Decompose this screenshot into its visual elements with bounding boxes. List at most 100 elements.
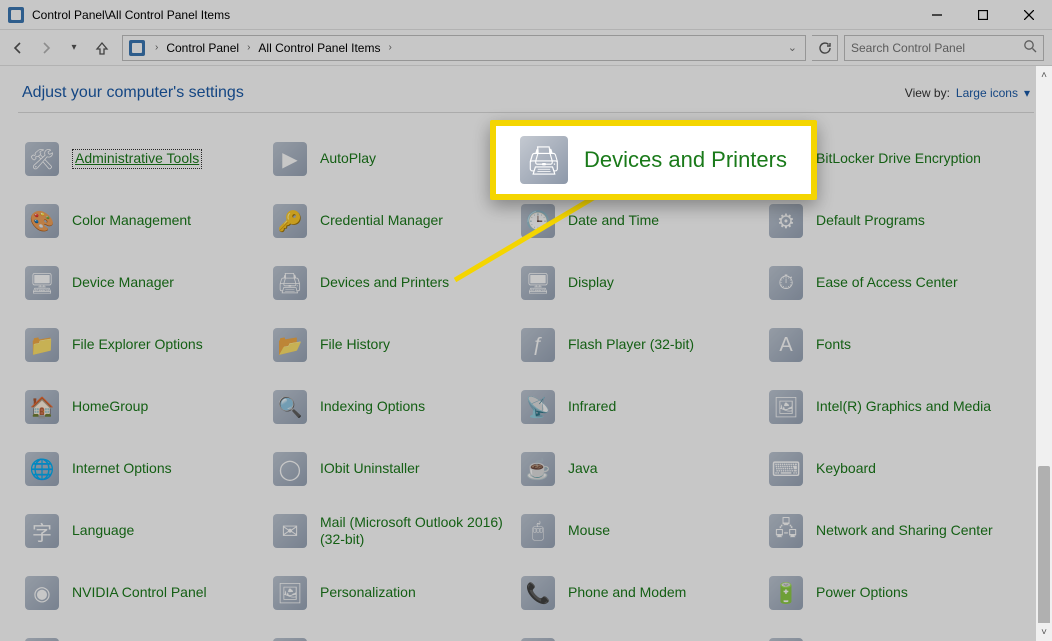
item-label: HomeGroup	[72, 398, 148, 416]
item-label: File History	[320, 336, 390, 354]
chevron-down-icon: ▾	[1024, 86, 1030, 100]
item-icon: 🖥	[518, 263, 558, 303]
control-panel-item[interactable]: 🖧 Network and Sharing Center	[762, 509, 1010, 553]
item-label: Java	[568, 460, 598, 478]
item-label: Date and Time	[568, 212, 659, 230]
control-panel-item[interactable]: 🔍Indexing Options	[266, 385, 514, 429]
item-label: Mail (Microsoft Outlook 2016) (32-bit)	[320, 514, 510, 549]
view-by-value[interactable]: Large icons	[956, 86, 1018, 100]
control-panel-item[interactable]: 🖼Personalization	[266, 571, 514, 615]
control-panel-item[interactable]: 📂 File History	[266, 323, 514, 367]
control-panel-item[interactable]: ☕Java	[514, 447, 762, 491]
item-icon: 🖼	[766, 387, 806, 427]
view-by-control[interactable]: View by: Large icons ▾	[905, 86, 1030, 100]
navbar: ▾ › Control Panel › All Control Panel It…	[0, 30, 1052, 66]
control-panel-item[interactable]: ƒFlash Player (32-bit)	[514, 323, 762, 367]
item-icon: 🔑	[270, 201, 310, 241]
control-panel-item[interactable]: 字Language	[18, 509, 266, 553]
item-icon: 💾	[518, 139, 558, 179]
item-label: Default Programs	[816, 212, 925, 230]
forward-button[interactable]	[34, 36, 58, 60]
item-icon: 📁	[22, 325, 62, 365]
breadcrumb[interactable]: › Control Panel › All Control Panel Item…	[122, 35, 806, 61]
breadcrumb-root[interactable]: Control Panel	[162, 41, 243, 55]
control-panel-item[interactable]: 🖥RemoteApp and Desktop Connections	[762, 633, 1010, 641]
item-icon: 📞	[518, 573, 558, 613]
item-icon: 📂	[270, 325, 310, 365]
item-icon: 📦	[22, 635, 62, 641]
chevron-right-icon: ›	[384, 42, 395, 53]
item-label: Device Manager	[72, 274, 174, 292]
control-panel-item[interactable]: 🖨Devices and Printers	[266, 261, 514, 305]
search-icon	[1023, 39, 1037, 56]
search-input[interactable]	[851, 41, 1023, 55]
item-icon: 📡	[518, 387, 558, 427]
control-panel-item[interactable]: 🌍Region	[514, 633, 762, 641]
close-button[interactable]	[1006, 0, 1052, 30]
item-icon: ⌨	[766, 449, 806, 489]
item-icon: 🖥	[766, 635, 806, 641]
control-panel-item[interactable]: ⏱Ease of Access Center	[762, 261, 1010, 305]
item-icon: 🔒	[766, 139, 806, 179]
item-label: Network and Sharing Center	[816, 522, 993, 540]
items-grid: 🛠Administrative Tools▶AutoPlay💾 Backup an…	[0, 113, 1052, 641]
control-panel-item[interactable]: 🖱Mouse	[514, 509, 762, 553]
search-box[interactable]	[844, 35, 1044, 61]
control-panel-item[interactable]: ◉NVIDIA Control Panel	[18, 571, 266, 615]
breadcrumb-current[interactable]: All Control Panel Items	[254, 41, 384, 55]
control-panel-item[interactable]: 🔋Power Options	[762, 571, 1010, 615]
scroll-thumb[interactable]	[1038, 466, 1050, 626]
control-panel-item[interactable]: ✉ Mail (Microsoft Outlook 2016) (32-bit)	[266, 509, 514, 553]
item-label: Backup and Restore (Windows 7)	[568, 142, 758, 177]
item-label: Internet Options	[72, 460, 172, 478]
control-panel-item[interactable]: 🖼 Intel(R) Graphics and Media	[762, 385, 1010, 429]
recent-locations-button[interactable]: ▾	[62, 36, 86, 60]
item-icon: ↺	[270, 635, 310, 641]
item-label: Indexing Options	[320, 398, 425, 416]
item-icon: 🏠	[22, 387, 62, 427]
control-panel-item[interactable]: ⚙Default Programs	[762, 199, 1010, 243]
control-panel-item[interactable]: ▶AutoPlay	[266, 137, 514, 181]
control-panel-item[interactable]: 🛠Administrative Tools	[18, 137, 266, 181]
control-panel-item[interactable]: ↺Recovery	[266, 633, 514, 641]
item-label: Devices and Printers	[320, 274, 449, 292]
control-panel-item[interactable]: 🖥Display	[514, 261, 762, 305]
item-icon: A	[766, 325, 806, 365]
item-icon: ✉	[270, 511, 310, 551]
up-button[interactable]	[90, 36, 114, 60]
control-panel-item[interactable]: 🔒BitLocker Drive Encryption	[762, 137, 1010, 181]
control-panel-item[interactable]: 💾 Backup and Restore (Windows 7)	[514, 137, 762, 181]
control-panel-item[interactable]: 🖥Device Manager	[18, 261, 266, 305]
item-label: IObit Uninstaller	[320, 460, 420, 478]
maximize-button[interactable]	[960, 0, 1006, 30]
control-panel-item[interactable]: 🏠 HomeGroup	[18, 385, 266, 429]
scroll-down-icon[interactable]: ˅	[1036, 623, 1052, 641]
vertical-scrollbar[interactable]: ˄ ˅	[1036, 66, 1052, 641]
item-label: NVIDIA Control Panel	[72, 584, 207, 602]
item-label: Phone and Modem	[568, 584, 686, 602]
minimize-button[interactable]	[914, 0, 960, 30]
control-panel-item[interactable]: 📦Programs and Features	[18, 633, 266, 641]
control-panel-item[interactable]: 📡 Infrared	[514, 385, 762, 429]
control-panel-item[interactable]: ⌨Keyboard	[762, 447, 1010, 491]
control-panel-item[interactable]: 🔑Credential Manager	[266, 199, 514, 243]
app-icon	[6, 5, 26, 25]
control-panel-item[interactable]: AFonts	[762, 323, 1010, 367]
control-panel-item[interactable]: 🌐Internet Options	[18, 447, 266, 491]
control-panel-item[interactable]: 📁File Explorer Options	[18, 323, 266, 367]
item-icon: 🖧	[766, 511, 806, 551]
item-label: Infrared	[568, 398, 616, 416]
control-panel-item[interactable]: 🕒Date and Time	[514, 199, 762, 243]
scroll-up-icon[interactable]: ˄	[1036, 66, 1052, 84]
refresh-button[interactable]	[812, 35, 838, 61]
content-area: Adjust your computer's settings View by:…	[0, 66, 1052, 641]
control-panel-item[interactable]: 🎨Color Management	[18, 199, 266, 243]
back-button[interactable]	[6, 36, 30, 60]
item-label: Intel(R) Graphics and Media	[816, 398, 991, 416]
item-icon: 🌍	[518, 635, 558, 641]
chevron-down-icon[interactable]: ⌄	[788, 41, 801, 54]
control-panel-item[interactable]: 📞 Phone and Modem	[514, 571, 762, 615]
item-label: Flash Player (32-bit)	[568, 336, 694, 354]
control-panel-item[interactable]: ◯IObit Uninstaller	[266, 447, 514, 491]
chevron-right-icon: ›	[151, 42, 162, 53]
